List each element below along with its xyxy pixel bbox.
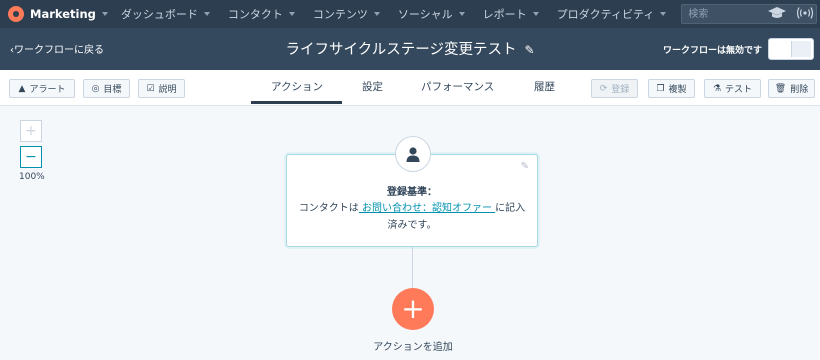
tab-actions[interactable]: アクション bbox=[271, 79, 323, 94]
workflow-activation-toggle[interactable] bbox=[768, 38, 814, 60]
chevron-down-icon bbox=[660, 12, 667, 16]
description-button[interactable]: ☑ 説明 bbox=[138, 79, 185, 98]
chevron-down-icon bbox=[288, 12, 295, 16]
nav-item-contacts[interactable]: コンタクト bbox=[219, 0, 304, 28]
nav-item-productivity[interactable]: プロダクティビティ bbox=[548, 0, 676, 28]
edit-title-pencil-icon[interactable]: ✎ bbox=[524, 43, 534, 57]
plus-icon: + bbox=[401, 292, 425, 325]
copy-icon: ❐ bbox=[656, 83, 665, 94]
nav-item-dashboard[interactable]: ダッシュボード bbox=[112, 0, 219, 28]
flask-icon: ⚗ bbox=[712, 83, 722, 94]
back-to-workflows-link[interactable]: ‹ワークフローに戻る bbox=[10, 41, 104, 56]
nav-item-reports[interactable]: レポート bbox=[474, 0, 548, 28]
refresh-icon: ⟳ bbox=[599, 83, 608, 94]
zoom-in-button[interactable]: + bbox=[20, 120, 42, 142]
delete-button[interactable]: 🗑 削除 bbox=[768, 79, 815, 98]
tab-settings[interactable]: 設定 bbox=[362, 79, 383, 94]
chevron-down-icon bbox=[373, 12, 380, 16]
edit-box-icon: ☑ bbox=[146, 83, 155, 94]
zoom-level: 100% bbox=[19, 172, 45, 182]
clone-button[interactable]: ❐ 複製 bbox=[648, 79, 695, 98]
trash-icon: 🗑 bbox=[774, 83, 787, 94]
tab-performance[interactable]: パフォーマンス bbox=[421, 79, 494, 94]
brand-label: Marketing bbox=[30, 7, 96, 21]
trigger-title: 登録基準： bbox=[387, 187, 437, 198]
nav-item-social[interactable]: ソーシャル bbox=[389, 0, 474, 28]
academy-icon[interactable] bbox=[768, 6, 786, 22]
edit-trigger-pencil-icon[interactable]: ✎ bbox=[521, 161, 529, 172]
contact-icon bbox=[395, 136, 431, 172]
chevron-down-icon bbox=[101, 12, 108, 16]
workflow-toolbar: ▲ アラート ◎ 目標 ☑ 説明 アクション 設定 パフォーマンス 履歴 ⟳ 登録 ❐ 複… bbox=[0, 70, 820, 106]
workflow-connector bbox=[412, 247, 413, 289]
workflow-title[interactable]: ライフサイクルステージ変更テスト bbox=[285, 42, 516, 58]
active-tab-indicator bbox=[251, 101, 342, 104]
top-navigation: Marketing ダッシュボード コンタクト コンテンツ ソーシャル レポート… bbox=[0, 0, 820, 28]
goal-button[interactable]: ◎ 目標 bbox=[83, 79, 130, 98]
chevron-down-icon bbox=[458, 12, 465, 16]
target-icon: ◎ bbox=[91, 83, 100, 94]
nav-item-content[interactable]: コンテンツ bbox=[304, 0, 389, 28]
zoom-out-button[interactable]: − bbox=[20, 146, 42, 168]
register-button[interactable]: ⟳ 登録 bbox=[591, 79, 638, 98]
notifications-icon[interactable] bbox=[796, 6, 814, 22]
test-button[interactable]: ⚗ テスト bbox=[704, 79, 761, 98]
chevron-down-icon bbox=[532, 12, 539, 16]
hubspot-logo-icon bbox=[8, 6, 24, 22]
toggle-knob bbox=[791, 41, 811, 57]
chevron-down-icon bbox=[203, 12, 210, 16]
warning-icon: ▲ bbox=[18, 83, 26, 94]
add-action-button[interactable]: + bbox=[392, 288, 434, 330]
add-action-label: アクションを追加 bbox=[373, 342, 453, 353]
tab-history[interactable]: 履歴 bbox=[534, 79, 555, 94]
form-link[interactable]: お問い合わせ：認知オファー bbox=[359, 203, 495, 214]
workflow-header: ‹ワークフローに戻る ライフサイクルステージ変更テスト ✎ ワークフローは無効です bbox=[0, 28, 820, 70]
brand-menu[interactable]: Marketing bbox=[0, 0, 108, 28]
workflow-status-label: ワークフローは無効です bbox=[662, 46, 762, 56]
trigger-description: コンタクトは お問い合わせ：認知オファー に記入済みです。 bbox=[298, 203, 526, 231]
alert-button[interactable]: ▲ アラート bbox=[9, 79, 75, 98]
